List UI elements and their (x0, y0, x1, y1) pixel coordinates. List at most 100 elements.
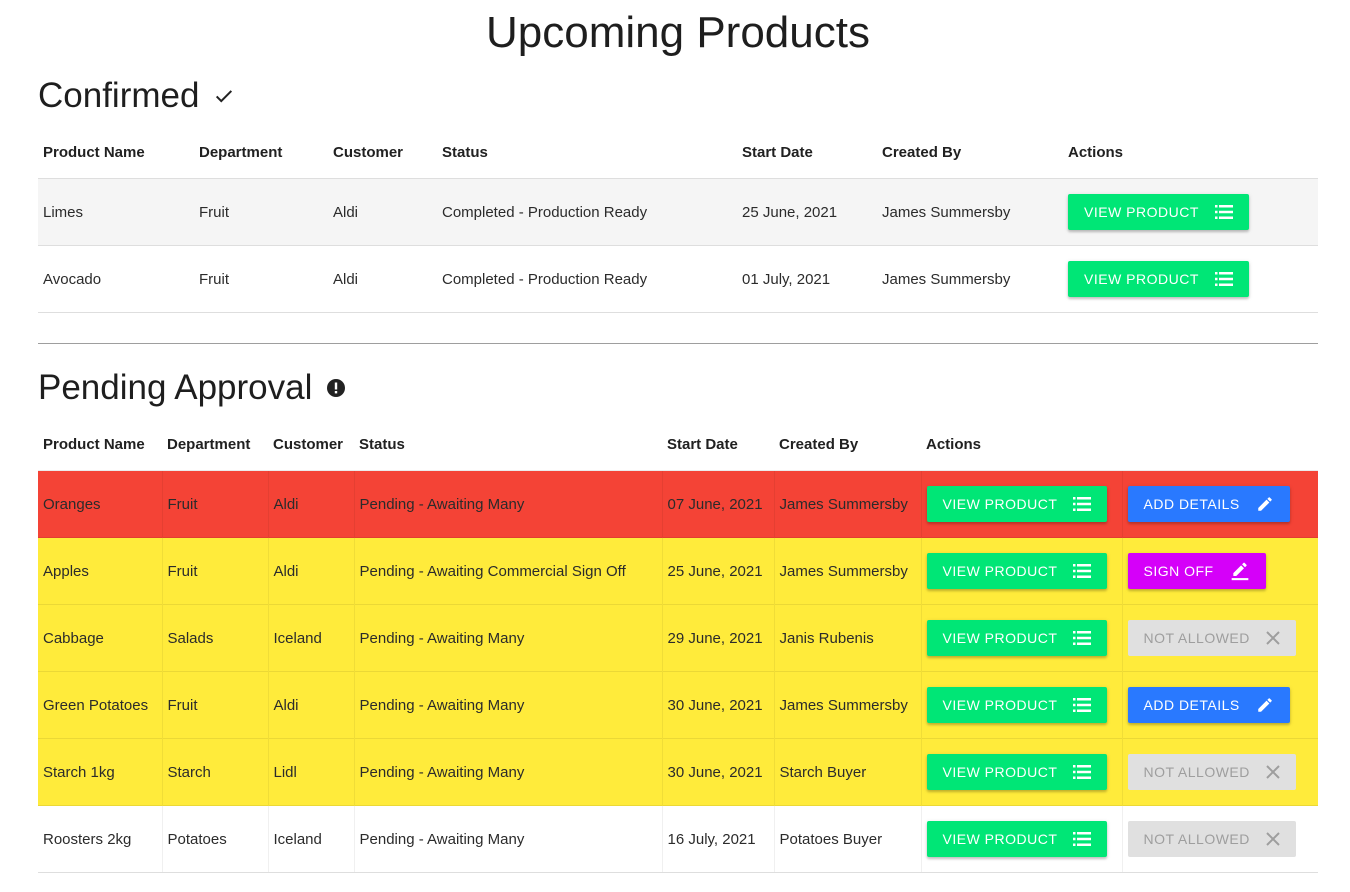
not-allowed-button[interactable]: NOT ALLOWED (1127, 754, 1296, 790)
col-header-department[interactable]: Department (162, 418, 268, 471)
list-icon (1073, 497, 1092, 511)
created-by-cell: James Summersby (877, 178, 1063, 246)
secondary-actions-cell: ADD DETAILS (1121, 470, 1318, 538)
col-header-status[interactable]: Status (354, 418, 662, 471)
view-product-label: VIEW PRODUCT (942, 831, 1058, 847)
table-row: Cabbage Salads Iceland Pending - Awaitin… (38, 604, 1318, 672)
customer-cell: Aldi (328, 178, 437, 246)
col-header-customer[interactable]: Customer (328, 126, 437, 179)
secondary-actions-cell: NOT ALLOWED (1121, 738, 1318, 806)
department-cell: Starch (161, 738, 268, 806)
department-cell: Fruit (161, 671, 268, 739)
not-allowed-label: NOT ALLOWED (1143, 831, 1250, 847)
section-divider (38, 343, 1318, 344)
sign-off-label: SIGN OFF (1143, 563, 1214, 579)
product-name-cell: Limes (38, 178, 194, 246)
col-header-status[interactable]: Status (437, 126, 737, 179)
add-details-button[interactable]: ADD DETAILS (1127, 687, 1290, 723)
created-by-cell: James Summersby (773, 671, 921, 739)
table-row: Apples Fruit Aldi Pending - Awaiting Com… (38, 537, 1318, 605)
status-cell: Completed - Production Ready (437, 178, 737, 246)
confirmed-header-row: Product Name Department Customer Status … (38, 126, 1318, 179)
view-product-button[interactable]: VIEW PRODUCT (1068, 194, 1249, 230)
actions-cell: VIEW PRODUCT (920, 805, 1122, 873)
col-header-product-name[interactable]: Product Name (38, 418, 162, 471)
secondary-actions-cell: SIGN OFF (1121, 537, 1318, 605)
view-product-button[interactable]: VIEW PRODUCT (926, 687, 1108, 723)
col-header-product-name[interactable]: Product Name (38, 126, 194, 179)
close-icon (1266, 832, 1280, 846)
start-date-cell: 25 June, 2021 (737, 178, 877, 246)
view-product-label: VIEW PRODUCT (942, 697, 1058, 713)
table-row: Oranges Fruit Aldi Pending - Awaiting Ma… (38, 470, 1318, 538)
col-header-created-by[interactable]: Created By (774, 418, 921, 471)
product-name-cell: Roosters 2kg (38, 805, 162, 873)
col-header-start-date[interactable]: Start Date (737, 126, 877, 179)
start-date-cell: 30 June, 2021 (661, 671, 774, 739)
pending-header-row: Product Name Department Customer Status … (38, 418, 1318, 471)
col-header-department[interactable]: Department (194, 126, 328, 179)
list-icon (1073, 832, 1092, 846)
actions-cell: VIEW PRODUCT (1063, 245, 1318, 313)
not-allowed-button[interactable]: NOT ALLOWED (1127, 821, 1296, 857)
product-name-cell: Apples (38, 537, 162, 605)
view-product-button[interactable]: VIEW PRODUCT (926, 553, 1108, 589)
status-cell: Pending - Awaiting Many (353, 805, 662, 873)
pending-table: Product Name Department Customer Status … (38, 418, 1318, 873)
col-header-created-by[interactable]: Created By (877, 126, 1063, 179)
secondary-actions-cell: ADD DETAILS (1121, 671, 1318, 739)
table-row: Roosters 2kg Potatoes Iceland Pending - … (38, 805, 1318, 873)
start-date-cell: 16 July, 2021 (661, 805, 774, 873)
table-row: Avocado Fruit Aldi Completed - Productio… (38, 245, 1318, 313)
edit-underline-icon (1230, 561, 1250, 581)
customer-cell: Aldi (267, 671, 354, 739)
col-header-start-date[interactable]: Start Date (662, 418, 774, 471)
created-by-cell: Potatoes Buyer (773, 805, 921, 873)
customer-cell: Aldi (267, 537, 354, 605)
add-details-label: ADD DETAILS (1143, 496, 1240, 512)
start-date-cell: 30 June, 2021 (661, 738, 774, 806)
department-cell: Salads (161, 604, 268, 672)
view-product-label: VIEW PRODUCT (942, 764, 1058, 780)
actions-cell: VIEW PRODUCT (920, 671, 1122, 739)
check-icon (213, 85, 235, 107)
page-title: Upcoming Products (486, 8, 870, 57)
col-header-customer[interactable]: Customer (268, 418, 354, 471)
view-product-button[interactable]: VIEW PRODUCT (926, 620, 1108, 656)
view-product-button[interactable]: VIEW PRODUCT (926, 486, 1108, 522)
table-row: Green Potatoes Fruit Aldi Pending - Awai… (38, 671, 1318, 739)
created-by-cell: Janis Rubenis (773, 604, 921, 672)
col-header-actions: Actions (926, 435, 982, 453)
not-allowed-button[interactable]: NOT ALLOWED (1127, 620, 1296, 656)
view-product-button[interactable]: VIEW PRODUCT (926, 754, 1108, 790)
customer-cell: Aldi (267, 470, 354, 538)
sign-off-button[interactable]: SIGN OFF (1127, 553, 1266, 589)
table-row: Limes Fruit Aldi Completed - Production … (38, 178, 1318, 246)
add-details-button[interactable]: ADD DETAILS (1127, 486, 1290, 522)
customer-cell: Iceland (267, 805, 354, 873)
close-icon (1266, 631, 1280, 645)
pending-title-text: Pending Approval (38, 368, 313, 407)
actions-cell: VIEW PRODUCT (920, 470, 1122, 538)
col-header-actions: Actions (1068, 143, 1124, 161)
start-date-cell: 01 July, 2021 (737, 245, 877, 313)
view-product-button[interactable]: VIEW PRODUCT (1068, 261, 1249, 297)
view-product-button[interactable]: VIEW PRODUCT (926, 821, 1108, 857)
view-product-label: VIEW PRODUCT (1084, 271, 1199, 287)
customer-cell: Iceland (267, 604, 354, 672)
created-by-cell: James Summersby (877, 245, 1063, 313)
close-icon (1266, 765, 1280, 779)
product-name-cell: Green Potatoes (38, 671, 162, 739)
add-details-label: ADD DETAILS (1143, 697, 1240, 713)
view-product-label: VIEW PRODUCT (1084, 204, 1199, 220)
department-cell: Fruit (194, 245, 328, 313)
not-allowed-label: NOT ALLOWED (1143, 630, 1250, 646)
col-header-secondary-actions (1122, 418, 1318, 471)
start-date-cell: 29 June, 2021 (661, 604, 774, 672)
created-by-cell: James Summersby (773, 470, 921, 538)
list-icon (1214, 205, 1233, 219)
created-by-cell: James Summersby (773, 537, 921, 605)
product-name-cell: Oranges (38, 470, 162, 538)
created-by-cell: Starch Buyer (773, 738, 921, 806)
status-cell: Completed - Production Ready (437, 245, 737, 313)
